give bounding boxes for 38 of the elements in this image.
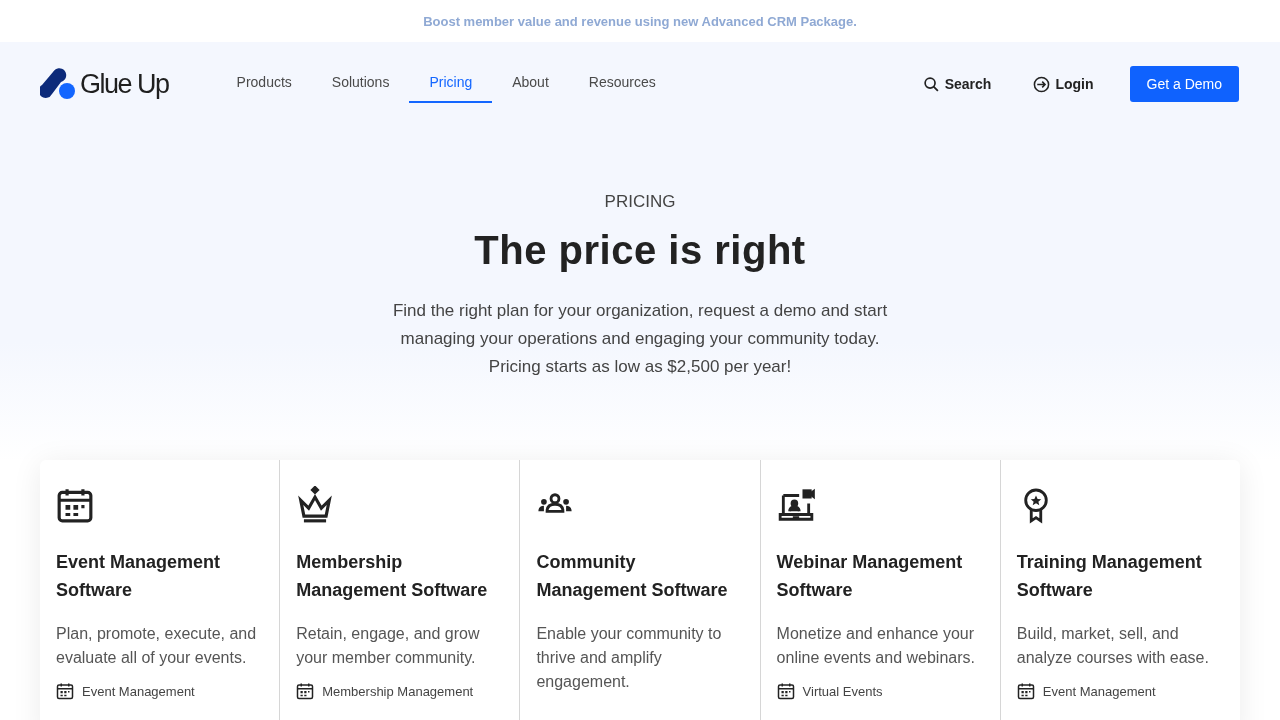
- intro-text: Pricing starts as low as $2,500 per year!: [488, 356, 792, 378]
- card-title[interactable]: Community Management Software: [536, 548, 744, 604]
- intro-text: managing your operations and engaging your community today.: [400, 328, 880, 350]
- search-icon: [922, 75, 940, 93]
- card-description: Enable your community to thrive and amplify engagement.: [536, 624, 723, 692]
- feature-tag: Membership Management: [322, 683, 474, 699]
- card-description: Plan, promote, execute, and evaluate all of your events.: [56, 624, 258, 668]
- feature-tag: Virtual Events: [802, 683, 883, 699]
- login-link[interactable]: Login: [1027, 75, 1100, 93]
- login-icon: [1033, 75, 1051, 93]
- calendar-icon: [56, 682, 74, 700]
- calendar-icon: [776, 682, 795, 700]
- calendar-icon: [1016, 682, 1035, 700]
- intro-text: Find the right plan for your organization, request a demo and start: [392, 300, 888, 322]
- calendar-icon: [56, 486, 94, 524]
- feature-tag: Event Management: [82, 683, 195, 699]
- crown-icon: [296, 486, 335, 524]
- logo-icon: [40, 68, 76, 100]
- nav-tab[interactable]: Solutions: [311, 63, 410, 103]
- card-description: Monetize and enhance your online events and webinars.: [776, 624, 976, 668]
- nav-tab[interactable]: Resources: [568, 63, 676, 103]
- feature-tag: Event Management: [1042, 683, 1156, 699]
- logo-text[interactable]: Glue Up: [80, 68, 169, 100]
- section-label: PRICING: [604, 192, 676, 212]
- card-description: Retain, engage, and grow your member community.: [296, 624, 481, 668]
- nav-tab[interactable]: About: [492, 63, 569, 103]
- card-title[interactable]: Training Management Software: [1016, 548, 1224, 604]
- card-description: Build, market, sell, and analyze courses with ease.: [1016, 624, 1210, 668]
- card-title[interactable]: Webinar Management Software: [776, 548, 984, 604]
- get-demo-button[interactable]: Get a Demo: [1129, 66, 1239, 102]
- page-heading: The price is right: [474, 228, 806, 273]
- card-title[interactable]: Membership Management Software: [296, 548, 504, 604]
- search-link[interactable]: Search: [916, 75, 998, 93]
- calendar-icon: [296, 682, 315, 700]
- nav-tab[interactable]: Products: [216, 63, 312, 103]
- nav-tab[interactable]: Pricing: [409, 63, 493, 103]
- card-title[interactable]: Event Management Software: [56, 548, 264, 604]
- laptop-camera-icon: [776, 486, 815, 524]
